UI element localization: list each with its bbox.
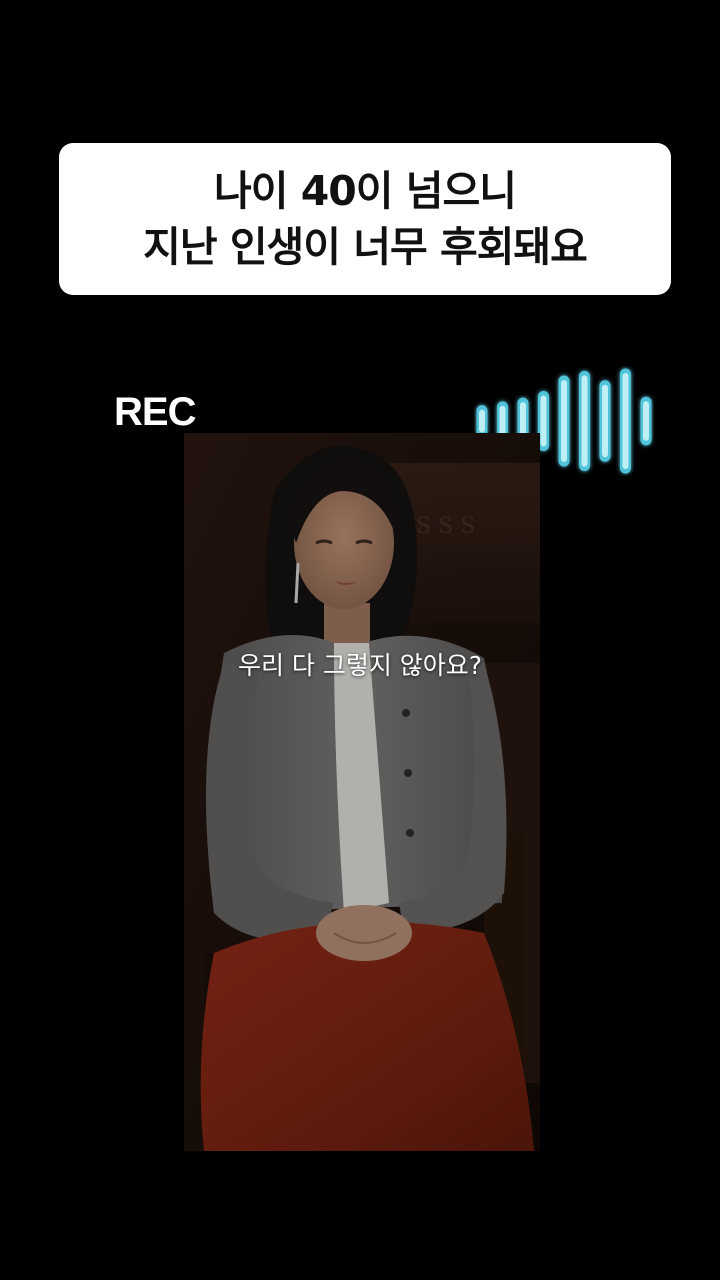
video-caption: 우리 다 그렇지 않아요? [237, 651, 483, 680]
title-line-2: 지난 인생이 너무 후회돼요 [143, 223, 588, 271]
rec-label: REC [114, 390, 196, 434]
video-frame[interactable]: S S S [184, 433, 540, 1151]
title-line-1: 나이 40이 넘으니 [214, 167, 517, 215]
title-card: 나이 40이 넘으니 지난 인생이 너무 후회돼요 [59, 143, 671, 295]
video-scene: S S S [184, 433, 540, 1151]
